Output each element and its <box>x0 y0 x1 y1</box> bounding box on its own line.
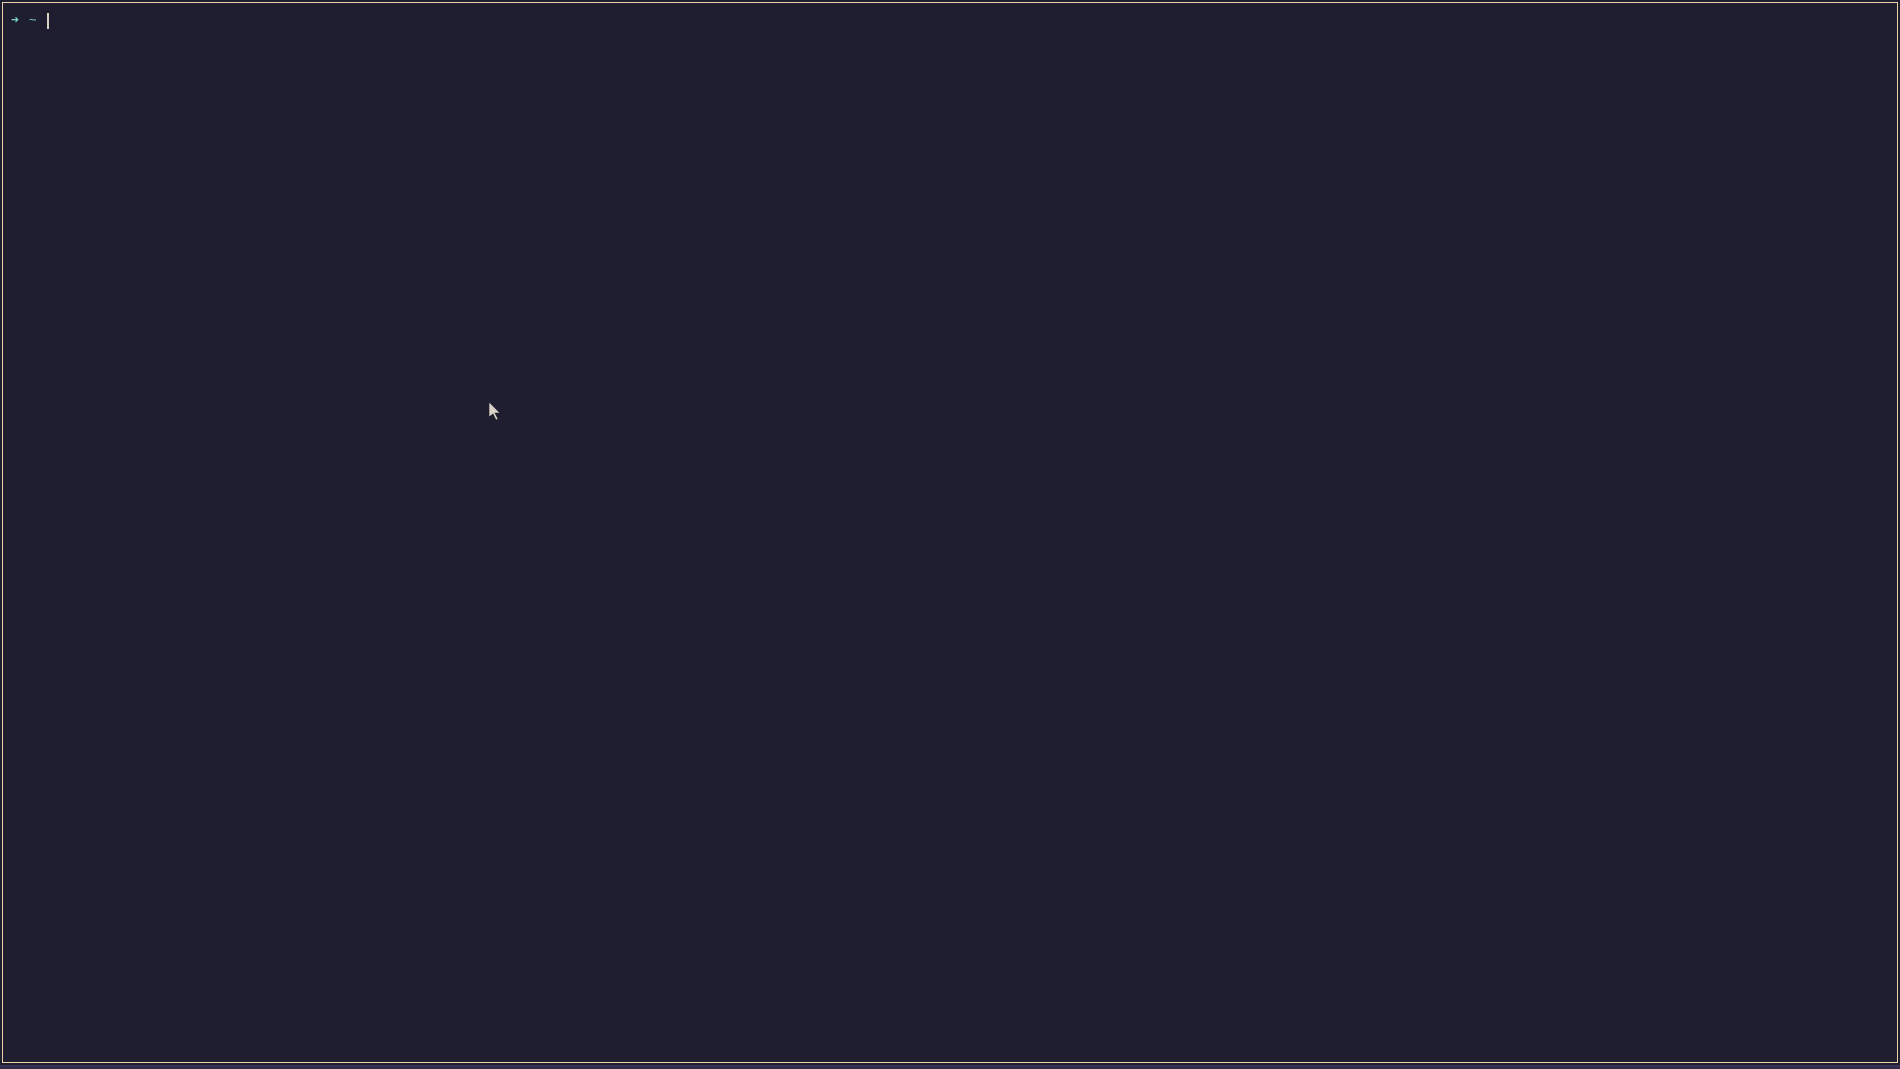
arrow-right-icon: ➜ <box>11 13 19 30</box>
taskbar-strip <box>0 1065 1900 1069</box>
prompt-line[interactable]: ➜ ~ <box>11 13 1889 30</box>
terminal-window[interactable]: ➜ ~ <box>2 2 1898 1063</box>
prompt-cwd: ~ <box>29 13 37 30</box>
text-cursor <box>47 13 49 29</box>
